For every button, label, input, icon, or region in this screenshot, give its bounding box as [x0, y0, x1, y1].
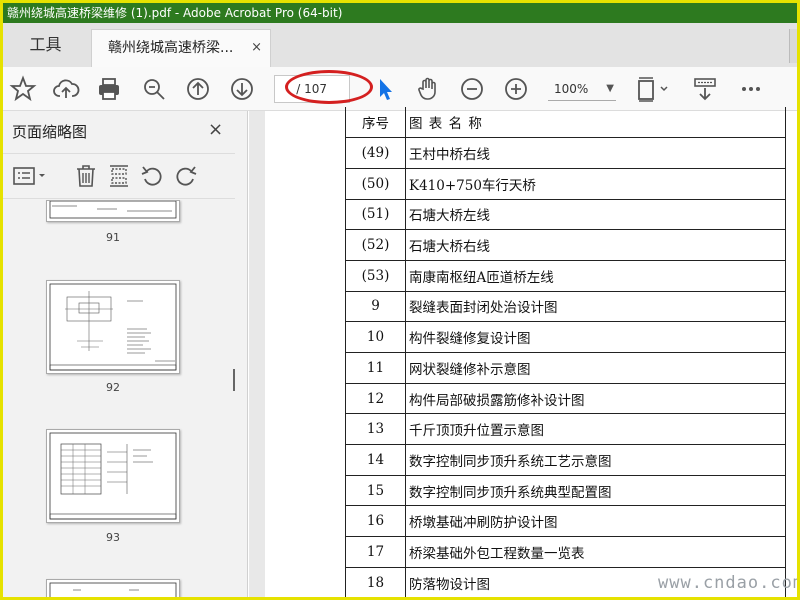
- zoom-level-dropdown[interactable]: 100% ▼: [548, 77, 616, 101]
- scrolling-mode-icon[interactable]: [691, 75, 719, 103]
- table-row: (49) 王村中桥右线: [345, 137, 786, 169]
- table-header-row: 序号 图 表 名 称: [345, 107, 786, 139]
- cloud-upload-icon[interactable]: [52, 75, 80, 103]
- table-row: 15 数字控制同步顶升系统典型配置图: [345, 474, 786, 507]
- row-number: 18: [345, 566, 406, 597]
- page-thumbnail[interactable]: [46, 200, 180, 222]
- panel-title: 页面缩略图: [12, 123, 88, 141]
- thumbnail-list: 91 92 93: [3, 200, 235, 597]
- pdf-page: 序号 图 表 名 称 (49) 王村中桥右线 (50) K410+750车行天桥 (51…: [265, 107, 797, 597]
- row-number: (51): [345, 198, 406, 231]
- row-number: (49): [345, 137, 406, 169]
- row-title: 裂缝表面封闭处治设计图: [405, 290, 786, 323]
- tab-bar: 工具 赣州绕城高速桥梁... ×: [3, 23, 797, 67]
- row-number: (53): [345, 259, 406, 292]
- row-number: (50): [345, 167, 406, 200]
- row-number: 9: [345, 290, 406, 323]
- table-row: 11 网状裂缝修补示意图: [345, 352, 786, 384]
- header-name: 图 表 名 称: [405, 107, 786, 139]
- table-row: 13 千斤顶顶升位置示意图: [345, 413, 786, 446]
- thumbnail-page-number: 93: [106, 531, 120, 544]
- chevron-down-icon: ▼: [606, 83, 614, 94]
- table-row: 10 构件裂缝修复设计图: [345, 321, 786, 353]
- row-number: 16: [345, 505, 406, 538]
- page-thumbnail[interactable]: [46, 280, 180, 374]
- print-icon[interactable]: [95, 75, 123, 103]
- insert-page-icon[interactable]: [106, 163, 132, 189]
- table-row: 14 数字控制同步顶升系统工艺示意图: [345, 444, 786, 476]
- row-number: 13: [345, 413, 406, 446]
- row-title: 石塘大桥左线: [405, 198, 786, 231]
- thumbnail-scrollbar[interactable]: [233, 369, 235, 391]
- more-options-icon[interactable]: [737, 75, 765, 103]
- row-number: 10: [345, 321, 406, 353]
- zoom-level-value: 100%: [554, 82, 589, 96]
- drawing-index-table: 序号 图 表 名 称 (49) 王村中桥右线 (50) K410+750车行天桥 (51…: [345, 107, 786, 597]
- row-title: 桥墩基础冲刷防护设计图: [405, 505, 786, 538]
- row-number: 17: [345, 536, 406, 568]
- row-number: 11: [345, 352, 406, 384]
- tab-document-label: 赣州绕城高速桥梁...: [108, 40, 234, 56]
- row-title: 构件裂缝修复设计图: [405, 321, 786, 353]
- row-title: 构件局部破损露筋修补设计图: [405, 382, 786, 415]
- page-thumbnail[interactable]: [46, 429, 180, 523]
- options-menu-icon[interactable]: [12, 163, 50, 189]
- tab-close-icon[interactable]: ×: [251, 30, 262, 66]
- toolbar: / 107 100% ▼: [3, 67, 797, 111]
- zoom-out-icon[interactable]: [458, 75, 486, 103]
- table-row: (52) 石塘大桥右线: [345, 229, 786, 261]
- panel-close-icon[interactable]: ×: [208, 119, 223, 140]
- row-title: 千斤顶顶升位置示意图: [405, 413, 786, 446]
- table-row: (50) K410+750车行天桥: [345, 167, 786, 200]
- row-title: 南康南枢纽A匝道桥左线: [405, 259, 786, 292]
- table-row: 12 构件局部破损露筋修补设计图: [345, 382, 786, 415]
- table-row: 9 裂缝表面封闭处治设计图: [345, 290, 786, 323]
- rotate-right-icon[interactable]: [173, 163, 199, 189]
- row-title: 数字控制同步顶升系统工艺示意图: [405, 444, 786, 476]
- zoom-in-icon[interactable]: [502, 75, 530, 103]
- row-title: 网状裂缝修补示意图: [405, 352, 786, 384]
- red-annotation-oval: [285, 70, 373, 104]
- zoom-out-magnifier-icon[interactable]: [140, 75, 168, 103]
- row-title: 数字控制同步顶升系统典型配置图: [405, 474, 786, 507]
- row-title: 桥梁基础外包工程数量一览表: [405, 536, 786, 568]
- row-number: 15: [345, 474, 406, 507]
- tab-bar-edge: [789, 29, 797, 63]
- header-num: 序号: [345, 107, 406, 139]
- row-title: 王村中桥右线: [405, 137, 786, 169]
- hand-tool-icon[interactable]: [414, 75, 442, 103]
- thumbnail-page-number: 92: [106, 381, 120, 394]
- window-title: 赣州绕城高速桥梁维修 (1).pdf - Adobe Acrobat Pro (…: [7, 6, 343, 20]
- thumbnail-page-number: 91: [106, 231, 120, 244]
- table-row: 17 桥梁基础外包工程数量一览表: [345, 536, 786, 568]
- delete-trash-icon[interactable]: [73, 163, 99, 189]
- thumbnail-toolbar: [3, 153, 235, 199]
- select-cursor-icon[interactable]: [371, 75, 399, 103]
- next-page-icon[interactable]: [228, 75, 256, 103]
- site-watermark: www.cndao.com: [658, 573, 797, 593]
- row-title: 石塘大桥右线: [405, 229, 786, 261]
- acrobat-window: 赣州绕城高速桥梁维修 (1).pdf - Adobe Acrobat Pro (…: [3, 3, 797, 597]
- row-title: K410+750车行天桥: [405, 167, 786, 200]
- tab-document[interactable]: 赣州绕城高速桥梁... ×: [91, 29, 271, 67]
- row-number: 14: [345, 444, 406, 476]
- tab-tools[interactable]: 工具: [3, 23, 88, 67]
- rotate-left-icon[interactable]: [139, 163, 165, 189]
- table-row: (51) 石塘大桥左线: [345, 198, 786, 231]
- star-icon[interactable]: [9, 75, 37, 103]
- table-row: (53) 南康南枢纽A匝道桥左线: [345, 259, 786, 292]
- table-row: 16 桥墩基础冲刷防护设计图: [345, 505, 786, 538]
- row-number: (52): [345, 229, 406, 261]
- page-display-icon[interactable]: [635, 75, 673, 103]
- title-bar: 赣州绕城高速桥梁维修 (1).pdf - Adobe Acrobat Pro (…: [3, 3, 797, 23]
- row-number: 12: [345, 382, 406, 415]
- previous-page-icon[interactable]: [184, 75, 212, 103]
- thumbnail-panel: 页面缩略图 × 91 92 93: [3, 111, 248, 597]
- document-view: 序号 图 表 名 称 (49) 王村中桥右线 (50) K410+750车行天桥 (51…: [249, 107, 797, 597]
- page-thumbnail[interactable]: [46, 579, 180, 597]
